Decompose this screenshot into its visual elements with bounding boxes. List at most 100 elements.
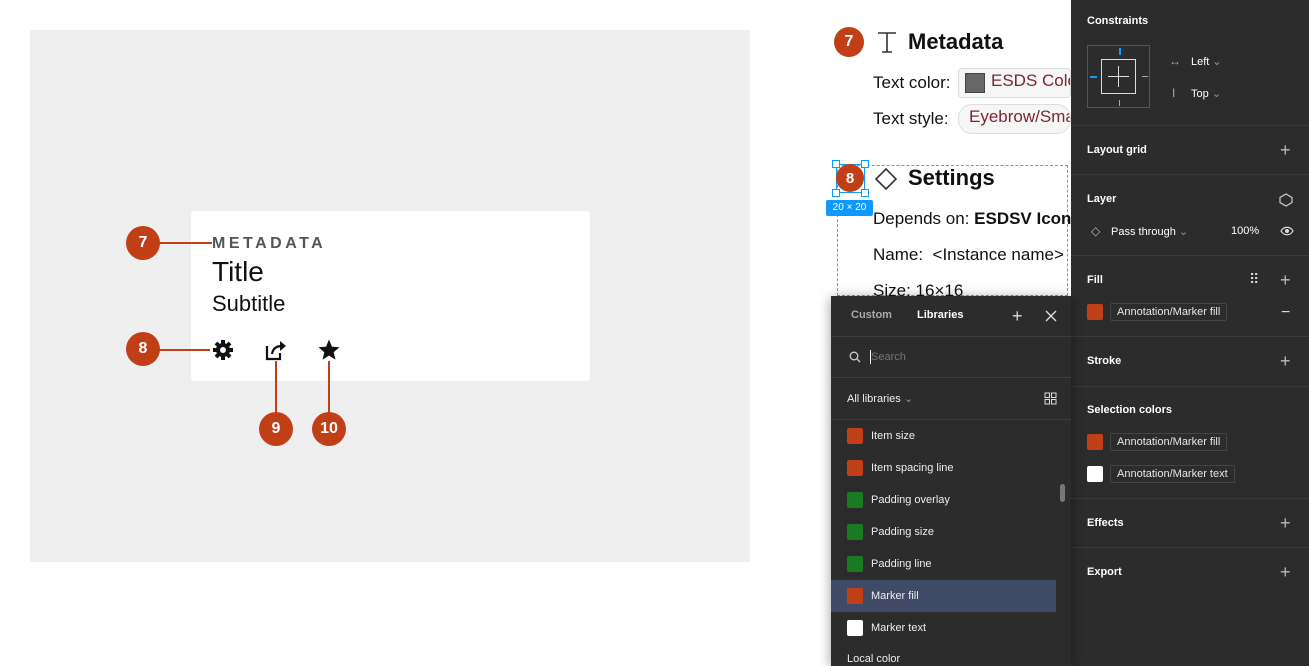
chevron-down-icon: ⌄ — [1178, 226, 1189, 238]
style-grid-icon[interactable]: ⠿ — [1249, 271, 1260, 288]
add-effect-button[interactable]: + — [1280, 514, 1291, 532]
constraint-right-marker[interactable] — [1142, 76, 1148, 77]
spec-marker-7[interactable]: 7 — [834, 27, 864, 57]
export-title: Export — [1087, 566, 1122, 578]
constraints-widget[interactable] — [1087, 45, 1150, 108]
horizontal-constraint-select[interactable]: Left ⌄ — [1191, 55, 1222, 68]
library-item[interactable]: Item size — [831, 420, 1056, 452]
add-export-button[interactable]: + — [1280, 563, 1291, 581]
selection-colors-title: Selection colors — [1087, 404, 1172, 416]
fill-style-chip[interactable]: Annotation/Marker fill — [1110, 303, 1228, 321]
effects-title: Effects — [1087, 517, 1124, 529]
library-item[interactable]: Marker text — [831, 612, 1056, 644]
color-style-picker: Custom Libraries + All libraries ⌄ Item … — [831, 296, 1071, 666]
design-panel: Constraints ↔ Left ⌄ I Top ⌄ Layout grid… — [1071, 0, 1309, 666]
vertical-constraint-select[interactable]: Top ⌄ — [1191, 87, 1221, 100]
library-item-label: Padding size — [871, 526, 934, 538]
marker-line — [158, 242, 212, 244]
add-fill-button[interactable]: + — [1280, 271, 1291, 289]
opacity-input[interactable]: 100% — [1231, 225, 1259, 237]
spec-heading-settings: Settings — [908, 165, 995, 190]
resize-handle[interactable] — [832, 160, 840, 168]
scrollbar-thumb[interactable] — [1060, 484, 1065, 502]
spec-marker-8[interactable]: 8 — [836, 164, 864, 192]
horizontal-constraint-value: Left — [1191, 56, 1210, 68]
remove-fill-button[interactable]: − — [1281, 304, 1290, 322]
horizontal-constraint-icon: ↔ — [1169, 54, 1181, 68]
card-eyebrow: METADATA — [212, 235, 327, 252]
tab-libraries[interactable]: Libraries — [917, 309, 963, 321]
text-icon — [878, 32, 896, 53]
library-item[interactable]: Padding line — [831, 548, 1056, 580]
star-icon[interactable] — [317, 338, 341, 362]
selection-color-swatch[interactable] — [1087, 466, 1103, 482]
library-item-label: Padding line — [871, 558, 932, 570]
library-item[interactable]: Item spacing line — [831, 452, 1056, 484]
resize-handle[interactable] — [861, 160, 869, 168]
library-item-label: Item size — [871, 430, 916, 442]
marker-line — [275, 361, 277, 413]
size-badge: 20 × 20 — [826, 200, 873, 216]
spec-heading-metadata: Metadata — [908, 29, 1004, 54]
divider — [1071, 125, 1309, 126]
chevron-down-icon: ⌄ — [903, 393, 914, 405]
marker-8[interactable]: 8 — [126, 332, 160, 366]
library-item-selected[interactable]: Marker fill — [831, 580, 1056, 612]
library-filter-value: All libraries — [847, 393, 901, 405]
search-input[interactable] — [871, 348, 1051, 366]
fill-swatch[interactable] — [1087, 304, 1103, 320]
name-line: Name: <Instance name> — [873, 245, 1064, 264]
constraints-cross — [1108, 76, 1129, 77]
text-color-value-text: ESDS Colo — [991, 71, 1071, 90]
divider — [831, 377, 1071, 378]
blend-mode-select[interactable]: Pass through ⌄ — [1111, 225, 1188, 238]
card-title: Title — [212, 256, 264, 287]
library-item[interactable]: Padding size — [831, 516, 1056, 548]
vertical-constraint-icon: I — [1172, 86, 1176, 100]
constraints-title: Constraints — [1087, 15, 1149, 27]
library-item[interactable]: Padding overlay — [831, 484, 1056, 516]
divider — [1071, 336, 1309, 337]
constraint-bottom-marker[interactable] — [1119, 100, 1120, 106]
grid-view-icon[interactable] — [1044, 392, 1057, 405]
close-icon[interactable] — [1045, 310, 1057, 322]
resize-handle[interactable] — [832, 189, 840, 197]
marker-9[interactable]: 9 — [259, 412, 293, 446]
selection-color-chip[interactable]: Annotation/Marker fill — [1110, 433, 1228, 451]
divider — [1071, 498, 1309, 499]
library-item-label: Marker text — [871, 622, 927, 634]
divider — [1071, 174, 1309, 175]
text-style-value[interactable]: Eyebrow/Sma — [958, 104, 1071, 134]
blend-mode-icon: ◇ — [1091, 224, 1101, 238]
layout-grid-title: Layout grid — [1087, 144, 1147, 156]
selection-color-swatch[interactable] — [1087, 434, 1103, 450]
color-swatch — [847, 524, 863, 540]
selection-color-chip[interactable]: Annotation/Marker text — [1110, 465, 1235, 483]
add-stroke-button[interactable]: + — [1280, 352, 1291, 370]
fill-title: Fill — [1087, 274, 1103, 286]
constraint-top-marker[interactable] — [1119, 48, 1121, 55]
constraint-left-marker[interactable] — [1090, 76, 1097, 78]
marker-line — [158, 349, 210, 351]
color-swatch — [847, 428, 863, 444]
divider — [831, 336, 1071, 337]
share-icon[interactable] — [264, 338, 288, 362]
add-style-button[interactable]: + — [1012, 307, 1023, 325]
tab-custom[interactable]: Custom — [851, 309, 892, 321]
depends-value: ESDSV Icon — [974, 209, 1072, 228]
library-filter-select[interactable]: All libraries ⌄ — [847, 392, 913, 405]
eye-icon[interactable] — [1280, 225, 1294, 237]
component-toggle-icon[interactable] — [1279, 193, 1293, 207]
marker-7[interactable]: 7 — [126, 226, 160, 260]
library-item-label: Item spacing line — [871, 462, 954, 474]
section-local-color: Local color — [847, 653, 901, 665]
gear-icon[interactable] — [211, 338, 235, 362]
stroke-title: Stroke — [1087, 355, 1122, 367]
vertical-constraint-value: Top — [1191, 88, 1209, 100]
resize-handle[interactable] — [861, 189, 869, 197]
add-layout-grid-button[interactable]: + — [1280, 141, 1291, 159]
marker-line — [328, 361, 330, 413]
marker-10[interactable]: 10 — [312, 412, 346, 446]
search-icon — [849, 351, 861, 363]
depends-on-line: Depends on: ESDSV Icon — [873, 209, 1071, 229]
